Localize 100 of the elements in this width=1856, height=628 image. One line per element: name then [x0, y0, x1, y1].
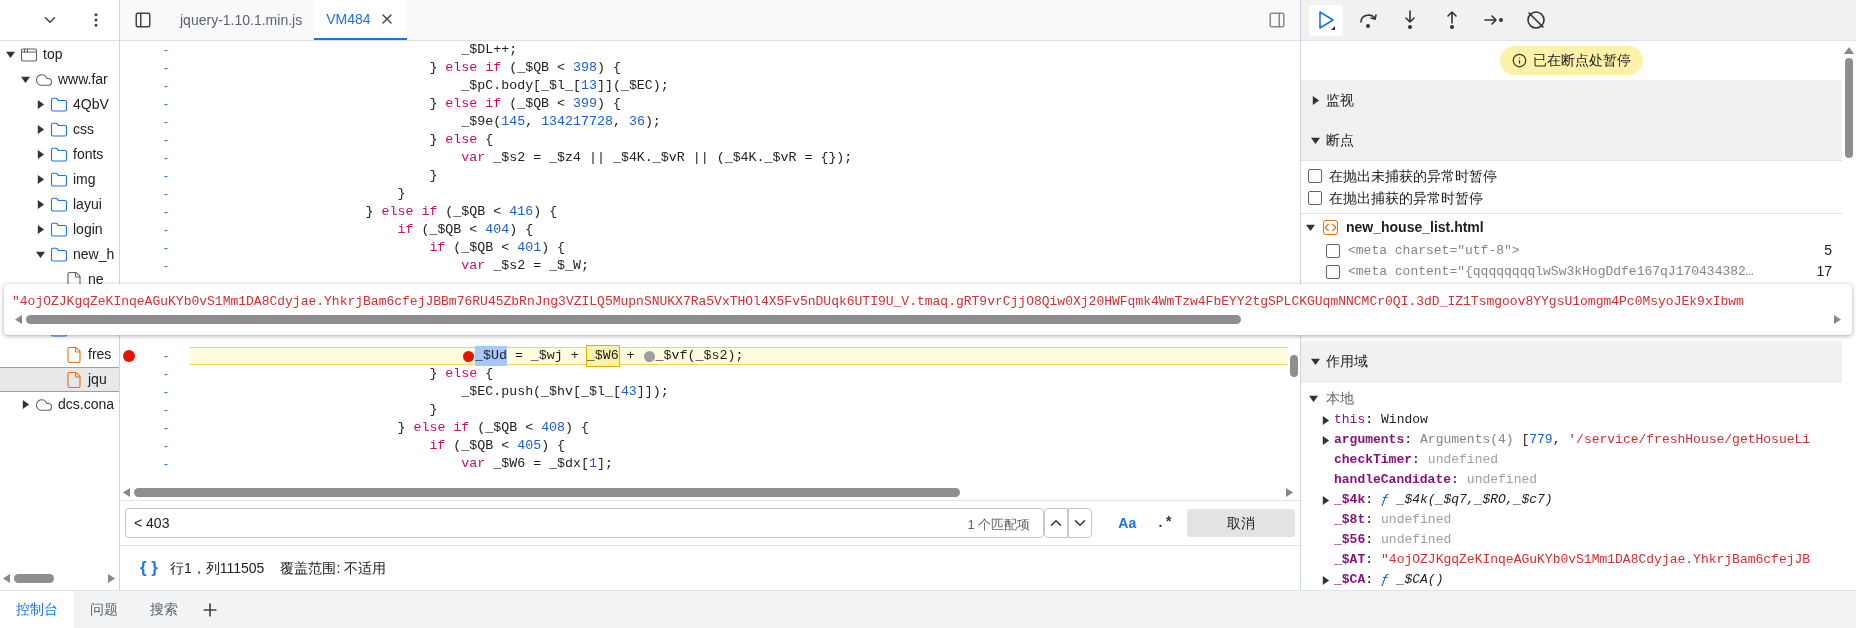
tree-row[interactable]: top: [0, 42, 119, 67]
checkbox[interactable]: [1308, 191, 1322, 205]
variable-name: arguments: [1334, 431, 1405, 450]
tree-row[interactable]: css: [0, 117, 119, 142]
line-marker: -: [163, 221, 168, 240]
scroll-up-icon[interactable]: [1844, 47, 1854, 54]
variable-value: Arguments(4) [779, '/service/freshHouse/getHosueLi: [1420, 431, 1811, 450]
variable-value: ƒ _$CA(): [1381, 571, 1444, 590]
regex-button[interactable]: .*: [1150, 512, 1179, 534]
tree-row[interactable]: fonts: [0, 142, 119, 167]
file-tab[interactable]: jquery-1.10.1.min.js: [168, 0, 315, 40]
next-match-button[interactable]: [1068, 508, 1093, 538]
scroll-left-icon[interactable]: [3, 573, 10, 583]
code-line: }: [428, 167, 438, 186]
section-header[interactable]: 监视: [1301, 80, 1842, 120]
colon: :: [1404, 431, 1413, 450]
tree-row[interactable]: layui: [0, 192, 119, 217]
info-icon: [1512, 53, 1527, 68]
inline-breakpoint-icon[interactable]: [463, 350, 474, 362]
scroll-right-icon[interactable]: [1834, 314, 1841, 324]
tree-row[interactable]: login: [0, 217, 119, 242]
toggle-navigator-icon[interactable]: [134, 11, 152, 29]
folder-icon: [50, 170, 68, 189]
code-line: if (_$QB < 401) {: [428, 239, 566, 258]
drawer-tab[interactable]: 搜索: [134, 591, 194, 628]
scroll-right-icon[interactable]: [108, 573, 115, 583]
scroll-left-icon[interactable]: [123, 487, 130, 497]
expand-arrow-icon[interactable]: [1311, 356, 1320, 366]
horizontal-scrollbar[interactable]: [134, 487, 960, 497]
colon: :: [1365, 551, 1374, 570]
checkbox[interactable]: [1308, 169, 1322, 183]
variable-value: undefined: [1466, 471, 1538, 490]
code-line: var _$s2 = _$z4 || _$4K._$vR || (_$4K._$vR = {});: [460, 149, 853, 168]
tree-row[interactable]: new_h: [0, 242, 119, 267]
horizontal-scrollbar[interactable]: [14, 573, 54, 583]
frame-icon: [20, 45, 38, 64]
code-text: = _$wj +: [513, 347, 580, 366]
expand-arrow-icon[interactable]: [36, 100, 45, 109]
line-marker: -: [163, 77, 168, 96]
expand-arrow-icon[interactable]: [1321, 575, 1330, 585]
code-line: } else {: [428, 365, 494, 384]
colon: :: [1365, 511, 1374, 530]
expand-arrow-icon[interactable]: [1306, 222, 1315, 232]
expand-arrow-icon[interactable]: [36, 175, 45, 184]
checkbox[interactable]: [1326, 243, 1340, 258]
expand-arrow-icon[interactable]: [1321, 415, 1330, 425]
variable-value: undefined: [1381, 511, 1452, 530]
tree-label: layui: [73, 195, 102, 214]
code-line: if (_$QB < 405) {: [428, 437, 566, 456]
deactivate-breakpoints-icon: [1525, 9, 1547, 31]
drawer-tab[interactable]: 控制台: [0, 591, 74, 628]
expand-arrow-icon[interactable]: [36, 125, 45, 134]
expand-arrow-icon[interactable]: [1311, 135, 1320, 145]
expand-arrow-icon[interactable]: [36, 200, 45, 209]
section-header[interactable]: 作用域: [1301, 341, 1842, 381]
expand-arrow-icon[interactable]: [21, 400, 30, 409]
expand-arrow-icon[interactable]: [36, 225, 45, 234]
pretty-print-button[interactable]: { }: [140, 555, 158, 581]
match-case-button[interactable]: Aa: [1112, 512, 1143, 534]
tree-row[interactable]: img: [0, 167, 119, 192]
line-marker: -: [163, 257, 168, 276]
section-header[interactable]: 断点: [1301, 120, 1842, 160]
tree-row[interactable]: fres: [0, 342, 119, 367]
cancel-button[interactable]: 取消: [1187, 509, 1295, 537]
tree-row[interactable]: 4QbV: [0, 92, 119, 117]
code-line: } else if (_$QB < 399) {: [428, 95, 621, 114]
html-file-icon: [1323, 219, 1338, 235]
variable-name: checkTimer: [1334, 451, 1412, 470]
colon: :: [1365, 411, 1374, 430]
horizontal-scrollbar[interactable]: [26, 314, 1241, 324]
toggle-debugger-icon[interactable]: [1268, 11, 1286, 29]
tree-row[interactable]: www.far: [0, 67, 119, 92]
hovered-token: _$W6: [586, 346, 619, 366]
selected-token: _$Ud: [475, 346, 507, 366]
tree-row[interactable]: jqu: [0, 367, 119, 392]
expand-arrow-icon[interactable]: [21, 75, 30, 84]
colon: :: [1365, 531, 1374, 550]
checkbox[interactable]: [1326, 264, 1340, 279]
expand-arrow-icon[interactable]: [1321, 495, 1330, 505]
expand-arrow-icon[interactable]: [1321, 435, 1330, 445]
scrollbar-thumb[interactable]: [1845, 58, 1853, 158]
previous-match-button[interactable]: [1044, 508, 1069, 538]
scroll-right-icon[interactable]: [1286, 487, 1293, 497]
drawer-tab[interactable]: 问题: [74, 591, 134, 628]
file-icon: [65, 345, 83, 364]
expand-arrow-icon[interactable]: [36, 250, 45, 259]
tree-row[interactable]: dcs.cona: [0, 392, 119, 417]
expand-arrow-icon[interactable]: [1309, 393, 1318, 403]
file-tab[interactable]: VM484: [314, 0, 407, 40]
line-marker: -: [163, 347, 168, 366]
code-line: }: [428, 401, 438, 420]
scroll-left-icon[interactable]: [15, 314, 22, 324]
expand-arrow-icon[interactable]: [36, 150, 45, 159]
scrollbar-thumb[interactable]: [1290, 355, 1298, 377]
expand-arrow-icon[interactable]: [1311, 95, 1320, 105]
tree-label: jqu: [88, 370, 107, 389]
breakpoint-icon[interactable]: [123, 350, 135, 362]
tree-label: www.far: [58, 70, 108, 89]
code-line: var _$s2 = _$_W;: [460, 257, 589, 276]
expand-arrow-icon[interactable]: [6, 50, 15, 59]
